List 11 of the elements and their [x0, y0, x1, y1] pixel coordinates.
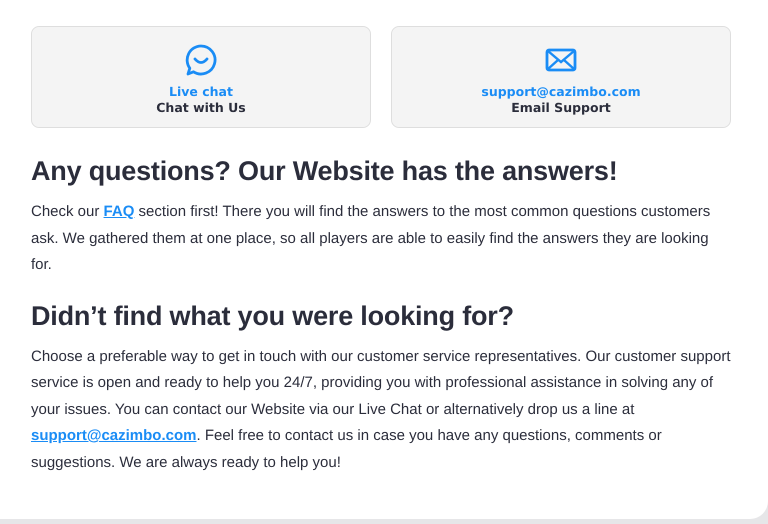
section-paragraph: Choose a preferable way to get in touch with our customer service representatives. Our customer support service is open and ready to help you 24/7, providing you with professional assistance in solving any of your issues. You can contact our Website via our Live Chat or alternatively drop us a line at support@cazimbo.com. Feel free to contact us in case you have any questions, comments or suggestions. We are always ready to help you!	[31, 346, 731, 472]
contact-link[interactable]: Live chat	[169, 84, 233, 99]
card-caption: Chat with Us	[156, 100, 246, 115]
section-paragraph: Check our FAQ section first! There you will find the answers to the most common questions customers ask. We gathered them at one place, so all players are able to easily find the answers they are looking for.	[31, 202, 712, 275]
chat-bubble-icon	[184, 43, 218, 77]
contact-link[interactable]: support@cazimbo.com	[481, 84, 641, 99]
inline-link[interactable]: FAQ	[104, 203, 134, 220]
section-heading: Any questions? Our Website has the answers!	[31, 156, 619, 187]
inline-link[interactable]: support@cazimbo.com	[31, 427, 196, 444]
card-caption: Email Support	[511, 100, 611, 115]
section-heading: Didn’t find what you were looking for?	[31, 300, 515, 332]
